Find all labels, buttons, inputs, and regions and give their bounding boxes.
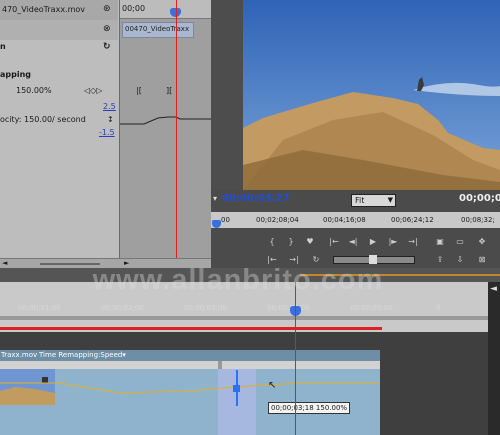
collapse-arrow-icon[interactable]: ▾ — [213, 194, 217, 203]
ruler-tick-label: 00;02;08;04 — [256, 216, 299, 224]
graph-max-value[interactable]: 2.5 — [103, 100, 116, 114]
ruler-track — [0, 316, 490, 320]
timeline-panel: 00;00;01;00 00;00;02;00 00;00;03;00 00;0… — [0, 282, 500, 435]
ruler-tick-label: 00;00;04;00 — [267, 304, 310, 312]
clip-tab[interactable]: 470_VideoTraxx.mov — [2, 5, 85, 14]
clip-header[interactable]: Traxx.mov Time Remapping:Speed▾ — [0, 350, 380, 361]
safe-margins-icon[interactable]: ✥ — [475, 236, 489, 248]
fx-ruler[interactable]: 00;00 — [120, 0, 212, 19]
fit-dropdown[interactable]: Fit ▼ — [351, 194, 396, 207]
play-icon[interactable]: ▶ — [366, 236, 380, 248]
duration-timecode: 00;00;0 — [459, 193, 500, 204]
fit-value: Fit — [355, 196, 365, 205]
speed-value[interactable]: 150.00% — [16, 84, 52, 98]
effect-row-label: n — [0, 42, 6, 51]
velocity-graph[interactable] — [120, 108, 212, 132]
step-forward-icon[interactable]: |► — [386, 236, 400, 248]
effect-controls-panel: 470_VideoTraxx.mov ⊛ ⊗ n ↻ apping 150.00… — [0, 0, 212, 269]
monitor-controls: ▾ 00;00;03;27 Fit ▼ 00;00;0 00 00;02;08;… — [211, 190, 500, 268]
jog-shuttle[interactable] — [333, 255, 415, 264]
velocity-icon: ↕ — [107, 115, 114, 124]
fx-header: 470_VideoTraxx.mov ⊛ — [0, 0, 118, 21]
graph-min-value[interactable]: -1.5 — [99, 126, 115, 140]
cursor-icon: ↖ — [268, 380, 277, 391]
ruler-tick-label: 00;08;32; — [461, 216, 495, 224]
ruler-tick-label: 0 — [436, 304, 441, 312]
go-to-out-icon[interactable]: →| — [406, 236, 420, 248]
ruler-tick-label: 00;04;16;08 — [323, 216, 366, 224]
mark-out-icon[interactable]: } — [284, 236, 298, 248]
fx-timeline[interactable]: 00;00 00470_VideoTraxx |[ ][ — [119, 0, 212, 268]
keyframe-icon[interactable]: |[ — [136, 86, 142, 95]
ruler-tick-label: 00 — [221, 216, 230, 224]
chevron-left-icon[interactable]: ◄ — [490, 284, 497, 294]
trim-icon[interactable]: ⊠ — [475, 254, 489, 266]
timeline-playhead-line — [295, 282, 296, 435]
speed-tooltip: 00;00;03;18 150.00% — [268, 402, 351, 414]
lift-icon[interactable]: ⇪ — [433, 254, 447, 266]
effect-row[interactable]: n ↻ — [0, 40, 118, 54]
fx-clip-bar[interactable]: 00470_VideoTraxx — [122, 22, 194, 38]
fx-subheader: ⊗ — [0, 20, 118, 40]
video-preview — [243, 0, 500, 190]
ruler-tick-label: 00;00;05;00 — [350, 304, 393, 312]
time-remap-menu[interactable]: Time Remapping:Speed▾ — [39, 351, 126, 359]
ruler-tick-label: 00;00;01;00 — [18, 304, 61, 312]
fx-clip-name: 00470_VideoTraxx — [125, 25, 190, 33]
monitor-ruler[interactable]: 00 00;02;08;04 00;04;16;08 00;06;24;12 0… — [211, 212, 500, 228]
marker-icon[interactable]: ♥ — [303, 236, 317, 248]
time-remapping-row[interactable]: apping — [0, 68, 118, 82]
program-timecode[interactable]: 00;00;03;27 — [222, 193, 290, 204]
fx-timecode: 00;00 — [122, 4, 146, 13]
watermark: www.allanbrito.com — [92, 264, 384, 296]
speed-band[interactable] — [0, 361, 380, 369]
output-icon[interactable]: ▭ — [453, 236, 467, 248]
speed-row[interactable]: 150.00% ◁◇▷ — [0, 84, 118, 98]
time-remapping-label: apping — [0, 70, 32, 79]
reset-icon[interactable]: ↻ — [103, 40, 111, 54]
render-bar — [0, 327, 382, 330]
playhead-marker-icon[interactable] — [212, 220, 221, 228]
fx-playhead-line — [176, 0, 177, 268]
camera-icon[interactable]: ▣ — [433, 236, 447, 248]
speed-keyframe[interactable] — [218, 361, 222, 369]
chevron-down-icon: ▼ — [387, 196, 393, 204]
step-back-icon[interactable]: ◄| — [346, 236, 360, 248]
graph-max-row: 2.5 — [0, 100, 118, 114]
zoom-out-icon[interactable]: ◄ — [2, 259, 7, 267]
jog-handle[interactable] — [369, 255, 377, 264]
ruler-tick-label: 00;00;03;00 — [184, 304, 227, 312]
timeline-scrollbar[interactable]: ◄ — [488, 282, 500, 435]
keyframe-nav-icon[interactable]: ◁◇▷ — [84, 84, 102, 98]
velocity-row: ocity: 150.00/ second ↕ — [0, 113, 118, 127]
graph-min-row: -1.5 — [0, 126, 118, 140]
collapse-icon[interactable]: ⊗ — [103, 24, 111, 34]
go-to-in-icon[interactable]: |← — [327, 236, 341, 248]
extract-icon[interactable]: ⇩ — [453, 254, 467, 266]
ruler-tick-label: 00;06;24;12 — [391, 216, 434, 224]
velocity-label: ocity: 150.00/ second — [0, 115, 86, 124]
speed-handle-knob[interactable] — [233, 385, 240, 392]
reset-icon[interactable]: ⊛ — [103, 4, 111, 14]
mark-in-icon[interactable]: { — [265, 236, 279, 248]
video-clip[interactable]: Traxx.mov Time Remapping:Speed▾ 00;00;03… — [0, 350, 380, 435]
ruler-tick-label: 00;00;02;00 — [101, 304, 144, 312]
keyframe-icon[interactable]: ][ — [166, 86, 172, 95]
clip-name: Traxx.mov — [1, 351, 38, 359]
